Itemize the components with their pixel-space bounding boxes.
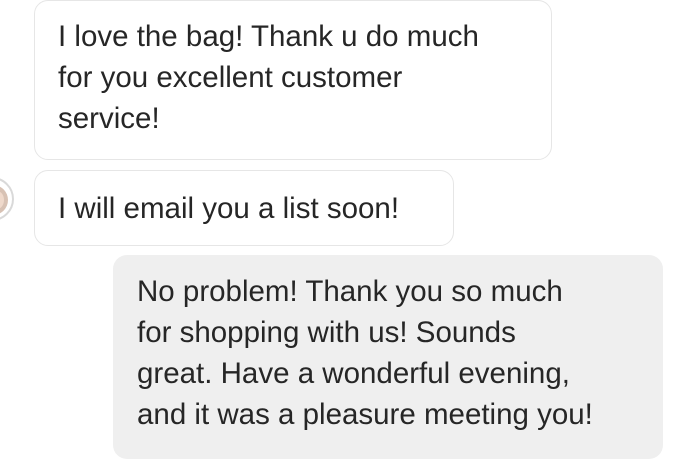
message-bubble-received[interactable]: I will email you a list soon! [34, 170, 454, 246]
message-bubble-sent[interactable]: No problem! Thank you so much for shoppi… [113, 255, 663, 459]
contact-avatar[interactable] [0, 177, 14, 221]
message-bubble-received[interactable]: I love the bag! Thank u do much for you … [34, 0, 552, 160]
